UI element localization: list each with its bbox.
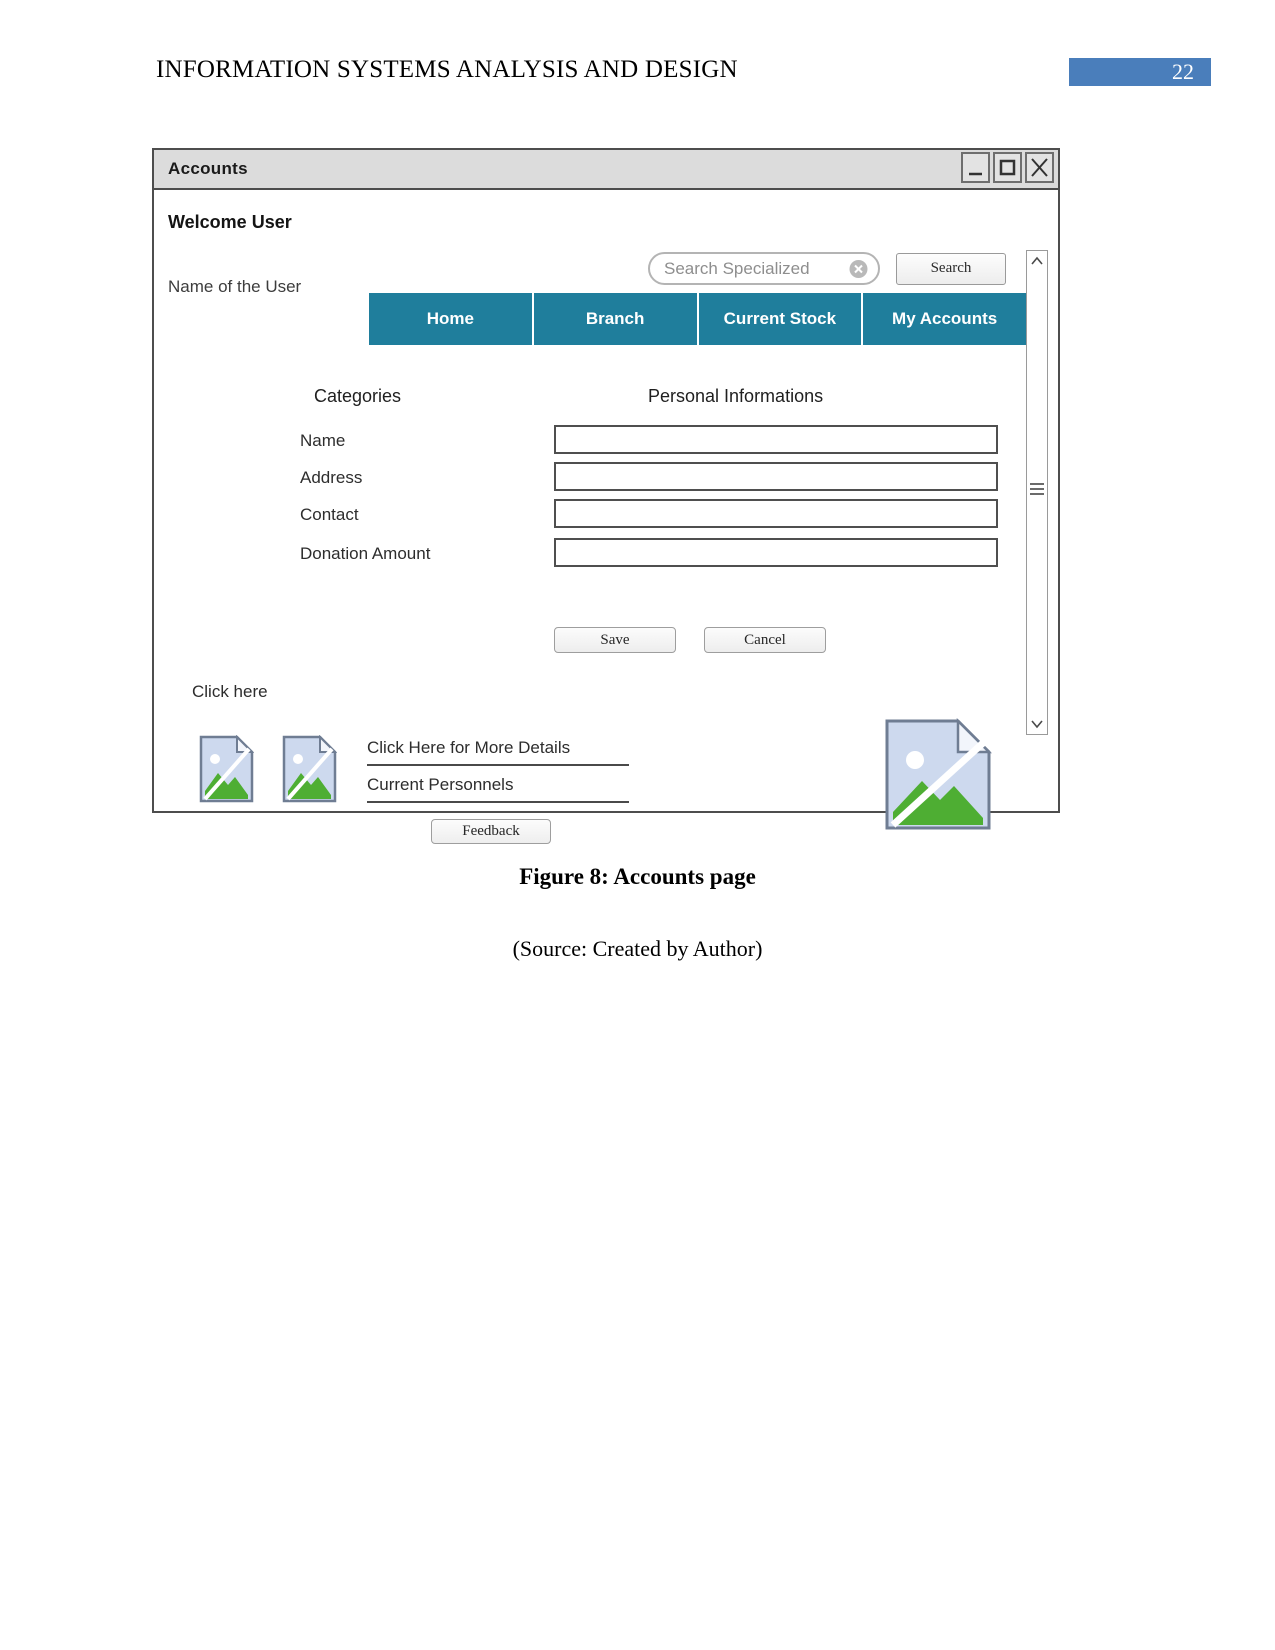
document-header: INFORMATION SYSTEMS ANALYSIS AND DESIGN …: [0, 0, 1275, 110]
input-contact[interactable]: [554, 499, 998, 528]
column-header-categories: Categories: [314, 386, 402, 406]
label-name: Name: [300, 431, 346, 450]
window-body: Welcome User Name of the User Search Spe…: [154, 190, 1058, 844]
main-navigation: Home Branch Current Stock My Accounts: [369, 293, 1026, 345]
nav-tab-current-stock[interactable]: Current Stock: [699, 293, 864, 345]
cancel-button[interactable]: Cancel: [704, 627, 826, 653]
save-button[interactable]: Save: [554, 627, 676, 653]
nav-tab-branch[interactable]: Branch: [534, 293, 699, 345]
footer-links: Click Here for More Details Current Pers…: [367, 738, 629, 812]
search-area: Search Specialized Search: [648, 252, 1006, 285]
vertical-scrollbar[interactable]: [1026, 250, 1048, 735]
click-here-label: Click here: [192, 682, 268, 701]
chevron-down-icon[interactable]: [1027, 714, 1047, 734]
form-row-donation-amount: Donation Amount: [154, 538, 1058, 575]
page-number-badge: 22: [1069, 58, 1211, 86]
search-input[interactable]: Search Specialized: [648, 252, 880, 285]
link-more-details[interactable]: Click Here for More Details: [367, 738, 629, 766]
feedback-button[interactable]: Feedback: [431, 819, 551, 844]
broken-image-icon: [282, 734, 338, 803]
nav-tab-home[interactable]: Home: [369, 293, 534, 345]
search-placeholder: Search Specialized: [664, 258, 810, 278]
form-row-name: Name: [154, 425, 1058, 462]
scrollbar-thumb[interactable]: [1030, 476, 1044, 502]
label-address: Address: [300, 468, 363, 487]
clear-circle-icon[interactable]: [849, 259, 868, 278]
link-current-personnels[interactable]: Current Personnels: [367, 775, 629, 803]
window-titlebar: Accounts: [154, 150, 1058, 190]
input-name[interactable]: [554, 425, 998, 454]
welcome-user-label: Welcome User: [168, 212, 292, 232]
form-row-address: Address: [154, 462, 1058, 499]
label-donation-amount: Donation Amount: [300, 544, 431, 563]
user-name-label: Name of the User: [168, 277, 302, 296]
window-title: Accounts: [168, 159, 248, 178]
label-contact: Contact: [300, 505, 359, 524]
column-header-personal-informations: Personal Informations: [648, 386, 824, 406]
chevron-up-icon[interactable]: [1027, 251, 1047, 271]
broken-image-icon: [884, 717, 993, 831]
input-address[interactable]: [554, 462, 998, 491]
form-row-contact: Contact: [154, 499, 1058, 536]
feedback-area: Feedback: [431, 819, 551, 844]
figure-source: (Source: Created by Author): [512, 936, 763, 961]
figure-caption: Figure 8: Accounts page: [519, 864, 756, 889]
form-actions: Save Cancel: [554, 627, 826, 653]
window-controls: [961, 152, 1054, 183]
search-button[interactable]: Search: [896, 252, 1006, 285]
input-donation-amount[interactable]: [554, 538, 998, 567]
broken-image-icon: [199, 734, 255, 803]
close-button[interactable]: [1025, 152, 1054, 183]
accounts-window: Accounts Welcome User Name of the User S…: [152, 148, 1060, 844]
minimize-button[interactable]: [961, 152, 990, 183]
maximize-button[interactable]: [993, 152, 1022, 183]
document-header-title: INFORMATION SYSTEMS ANALYSIS AND DESIGN: [156, 56, 738, 83]
nav-tab-my-accounts[interactable]: My Accounts: [863, 293, 1026, 345]
